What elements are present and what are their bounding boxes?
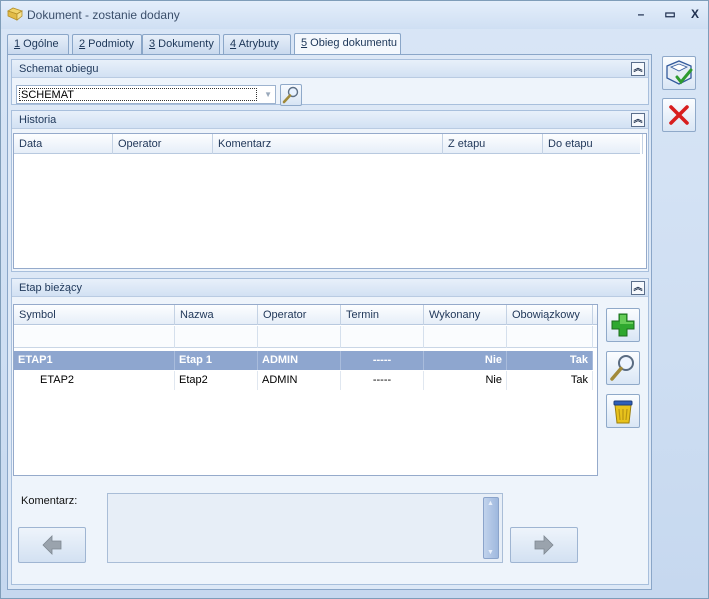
previous-etap-button[interactable]	[18, 527, 86, 563]
maximize-button[interactable]: ▭	[661, 5, 679, 23]
tab-podmioty-label: Podmioty	[85, 38, 135, 50]
cancel-icon	[669, 105, 689, 125]
col-operator[interactable]: Operator	[113, 134, 213, 154]
filter-cell[interactable]	[341, 326, 424, 348]
schemat-lookup-button[interactable]	[280, 84, 302, 106]
cell-wykonany: Nie	[424, 371, 507, 390]
cell-nazwa: Etap 1	[175, 351, 258, 370]
cell-operator: ADMIN	[258, 371, 341, 390]
col-komentarz[interactable]: Komentarz	[213, 134, 443, 154]
col-termin[interactable]: Termin	[341, 305, 424, 325]
historia-grid[interactable]: Data Operator Komentarz Z etapu Do etapu	[13, 133, 647, 269]
schemat-title: Schemat obiegu	[19, 63, 99, 75]
schemat-select[interactable]: SCHEMAT ▼	[16, 85, 276, 104]
tab-obieg-dokumentu[interactable]: 5 Obieg dokumentu	[294, 33, 401, 55]
scroll-down-icon: ▼	[487, 549, 494, 556]
tab-dokumenty[interactable]: 3 Dokumenty	[142, 34, 220, 54]
historia-collapse-button[interactable]: ︽	[631, 113, 645, 127]
cell-symbol: ETAP1	[14, 351, 175, 370]
schemat-collapse-button[interactable]: ︽	[631, 62, 645, 76]
filter-cell[interactable]	[14, 326, 175, 348]
cell-obowiazkowy: Tak	[507, 371, 593, 390]
col-do-etapu[interactable]: Do etapu	[543, 134, 643, 154]
etap-title: Etap bieżący	[19, 282, 82, 294]
action-panel	[657, 54, 705, 590]
col-wykonany[interactable]: Wykonany	[424, 305, 507, 325]
cell-wykonany: Nie	[424, 351, 507, 370]
save-icon	[666, 60, 693, 85]
historia-grid-header: Data Operator Komentarz Z etapu Do etapu	[14, 134, 643, 154]
komentarz-scrollbar[interactable]: ▲ ▼	[483, 497, 499, 559]
etap-collapse-button[interactable]: ︽	[631, 281, 645, 295]
komentarz-field[interactable]: ▲ ▼	[107, 493, 503, 563]
document-window: Dokument - zostanie dodany – ▭ X 1 Ogóln…	[0, 0, 709, 599]
next-etap-button[interactable]	[510, 527, 578, 563]
tab-obieg-label: Obieg dokumentu	[307, 37, 398, 49]
cell-termin: -----	[341, 371, 424, 390]
etap-header: Etap bieżący ︽	[12, 279, 648, 297]
cell-nazwa: Etap2	[175, 371, 258, 390]
etap-grid[interactable]: Symbol Nazwa Operator Termin Wykonany Ob…	[13, 304, 598, 476]
scroll-up-icon: ▲	[487, 500, 494, 507]
close-button[interactable]: X	[686, 5, 704, 23]
komentarz-label: Komentarz:	[21, 495, 78, 507]
edit-etap-button[interactable]	[606, 351, 640, 385]
filter-cell[interactable]	[258, 326, 341, 348]
cancel-button[interactable]	[662, 98, 696, 132]
tab-ogolne[interactable]: 1 Ogólne	[7, 34, 69, 54]
document-app-icon	[7, 7, 23, 21]
tab-podmioty[interactable]: 2 Podmioty	[72, 34, 142, 54]
filter-cell[interactable]	[424, 326, 507, 348]
tab-ogolne-label: Ogólne	[20, 38, 59, 50]
filter-cell[interactable]	[175, 326, 258, 348]
magnifier-icon	[610, 355, 634, 381]
delete-etap-button[interactable]	[606, 394, 640, 428]
historia-title: Historia	[19, 114, 57, 126]
cell-symbol: ETAP2	[14, 371, 175, 390]
arrow-right-icon	[534, 535, 554, 555]
table-row[interactable]: ETAP2 Etap2 ADMIN ----- Nie Tak	[14, 371, 593, 390]
minimize-button[interactable]: –	[632, 5, 650, 23]
cell-obowiazkowy: Tak	[507, 351, 593, 370]
col-nazwa[interactable]: Nazwa	[175, 305, 258, 325]
tab-atrybuty-label: Atrybuty	[236, 38, 279, 50]
col-symbol[interactable]: Symbol	[14, 305, 175, 325]
filter-cell[interactable]	[507, 326, 593, 348]
save-button[interactable]	[662, 56, 696, 90]
arrow-left-icon	[42, 535, 62, 555]
schemat-header: Schemat obiegu ︽	[12, 60, 648, 78]
tab-dokumenty-label: Dokumenty	[155, 38, 214, 50]
title-bar[interactable]: Dokument - zostanie dodany – ▭ X	[1, 1, 708, 29]
trash-icon	[613, 400, 633, 424]
schemat-section: Schemat obiegu ︽ SCHEMAT ▼	[11, 59, 649, 106]
filter-row[interactable]	[14, 326, 597, 348]
magnifier-icon	[282, 86, 299, 104]
cell-operator: ADMIN	[258, 351, 341, 370]
table-row[interactable]: ETAP1 Etap 1 ADMIN ----- Nie Tak	[14, 351, 593, 370]
schemat-select-value: SCHEMAT	[19, 88, 257, 101]
window-title: Dokument - zostanie dodany	[27, 8, 180, 22]
col-data[interactable]: Data	[14, 134, 113, 154]
chevron-down-icon: ▼	[264, 90, 272, 99]
col-etap-operator[interactable]: Operator	[258, 305, 341, 325]
tab-content-panel: Schemat obiegu ︽ SCHEMAT ▼ Historia ︽ Da…	[7, 54, 652, 590]
col-obowiazkowy[interactable]: Obowiązkowy	[507, 305, 593, 325]
tab-atrybuty[interactable]: 4 Atrybuty	[223, 34, 291, 54]
col-z-etapu[interactable]: Z etapu	[443, 134, 543, 154]
etap-section: Etap bieżący ︽ Symbol Nazwa Operator Ter…	[11, 278, 649, 585]
add-etap-button[interactable]	[606, 308, 640, 342]
etap-grid-header: Symbol Nazwa Operator Termin Wykonany Ob…	[14, 305, 597, 325]
plus-icon	[611, 313, 635, 337]
historia-section: Historia ︽ Data Operator Komentarz Z eta…	[11, 110, 649, 272]
cell-termin: -----	[341, 351, 424, 370]
historia-header: Historia ︽	[12, 111, 648, 129]
